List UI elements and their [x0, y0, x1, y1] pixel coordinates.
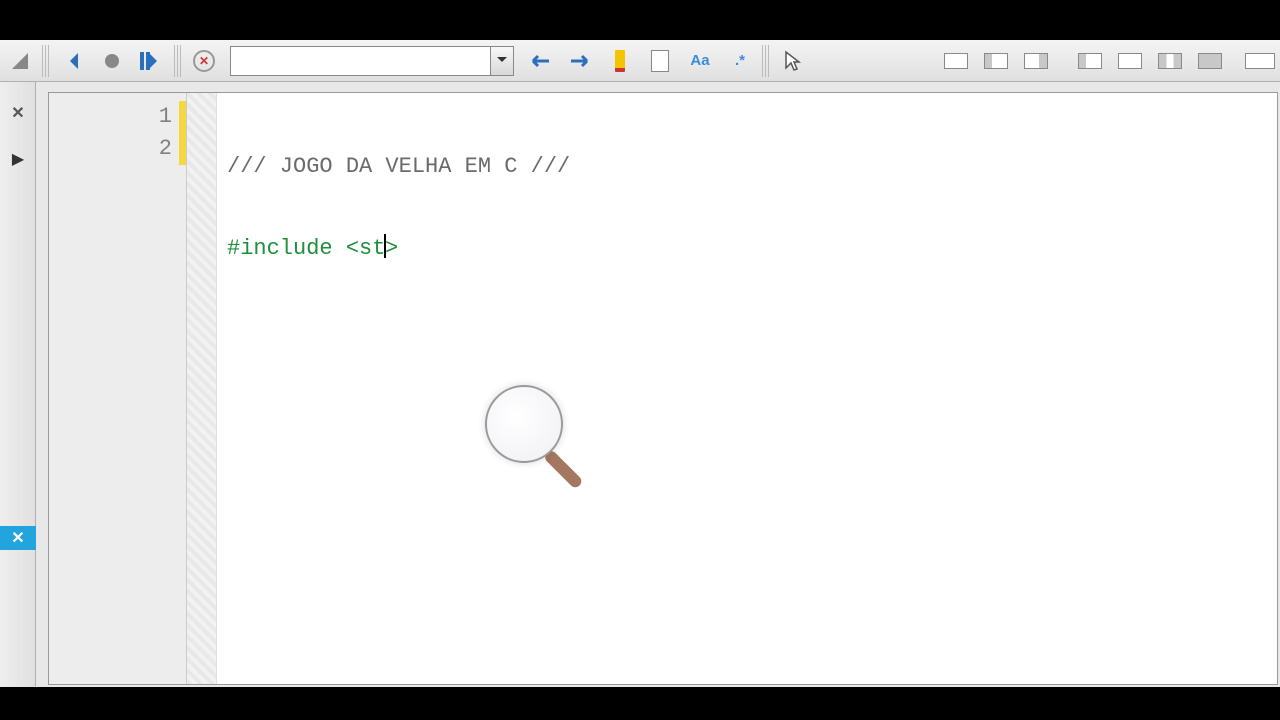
preprocessor-text: #include <st — [227, 236, 385, 261]
find-next-button[interactable] — [562, 43, 598, 79]
line-number-text: 2 — [159, 136, 172, 161]
change-marker — [179, 133, 186, 165]
panel-icon — [1158, 53, 1182, 69]
code-line: /// JOGO DA VELHA EM C /// — [227, 151, 1277, 183]
match-case-button[interactable]: Aa — [682, 43, 718, 79]
layout-panel-5-button[interactable] — [1112, 43, 1148, 79]
panel-icon — [1024, 53, 1048, 69]
match-case-icon: Aa — [690, 52, 709, 69]
change-marker — [179, 101, 186, 133]
highlight-button[interactable] — [602, 43, 638, 79]
code-line: #include <st> — [227, 233, 1277, 265]
line-number-text: 1 — [159, 104, 172, 129]
close-icon: ✕ — [11, 528, 24, 548]
search-dropdown-button[interactable] — [490, 46, 514, 76]
panel-icon — [944, 53, 968, 69]
toolbar-grip — [174, 45, 182, 77]
layout-panel-3-button[interactable] — [1018, 43, 1054, 79]
toolbar-grip — [42, 45, 50, 77]
layout-panel-4-button[interactable] — [1072, 43, 1108, 79]
fold-margin — [187, 93, 217, 684]
code-area[interactable]: /// JOGO DA VELHA EM C /// #include <st> — [217, 93, 1277, 684]
panel-icon — [1245, 53, 1275, 69]
comment-text: /// JOGO DA VELHA EM C /// — [227, 154, 570, 179]
search-input[interactable] — [230, 46, 490, 76]
layout-panel-wide-button[interactable] — [1242, 43, 1278, 79]
rail-tab-close-button[interactable]: ✕ — [0, 526, 36, 550]
search-combo — [230, 46, 514, 76]
rail-close-button[interactable]: ✕ — [3, 98, 33, 128]
layout-panel-6-button[interactable] — [1152, 43, 1188, 79]
panel-icon — [984, 53, 1008, 69]
regex-icon: .* — [735, 52, 745, 69]
find-prev-button[interactable] — [522, 43, 558, 79]
clear-search-button[interactable] — [186, 43, 222, 79]
regex-button[interactable]: .* — [722, 43, 758, 79]
layout-panel-7-button[interactable] — [1192, 43, 1228, 79]
toolbar: Aa .* — [0, 40, 1280, 82]
nav-back-button[interactable] — [54, 43, 90, 79]
preprocessor-text: > — [385, 236, 398, 261]
tool-corner-button[interactable] — [2, 43, 38, 79]
line-number-gutter: 1 2 — [49, 93, 187, 684]
nav-step-button[interactable] — [134, 43, 170, 79]
layout-panel-1-button[interactable] — [938, 43, 974, 79]
new-doc-icon — [651, 50, 669, 72]
rail-expand-button[interactable]: ▶ — [3, 144, 33, 174]
close-icon: ✕ — [11, 103, 24, 123]
line-number: 2 — [49, 133, 186, 165]
line-number: 1 — [49, 101, 186, 133]
toolbar-grip — [762, 45, 770, 77]
left-rail: ✕ ▶ ✕ — [0, 82, 36, 687]
app-window: Aa .* ✕ ▶ ✕ — [0, 40, 1280, 687]
panel-icon — [1078, 53, 1102, 69]
select-tool-button[interactable] — [774, 43, 810, 79]
layout-panel-2-button[interactable] — [978, 43, 1014, 79]
highlight-icon — [615, 50, 625, 72]
chevron-right-icon: ▶ — [12, 149, 24, 169]
clear-icon — [193, 50, 215, 72]
new-doc-button[interactable] — [642, 43, 678, 79]
nav-marker-button[interactable] — [94, 43, 130, 79]
panel-icon — [1118, 53, 1142, 69]
panel-icon — [1198, 53, 1222, 69]
code-editor[interactable]: 1 2 /// JOGO DA VELHA EM C /// #include … — [48, 92, 1278, 685]
